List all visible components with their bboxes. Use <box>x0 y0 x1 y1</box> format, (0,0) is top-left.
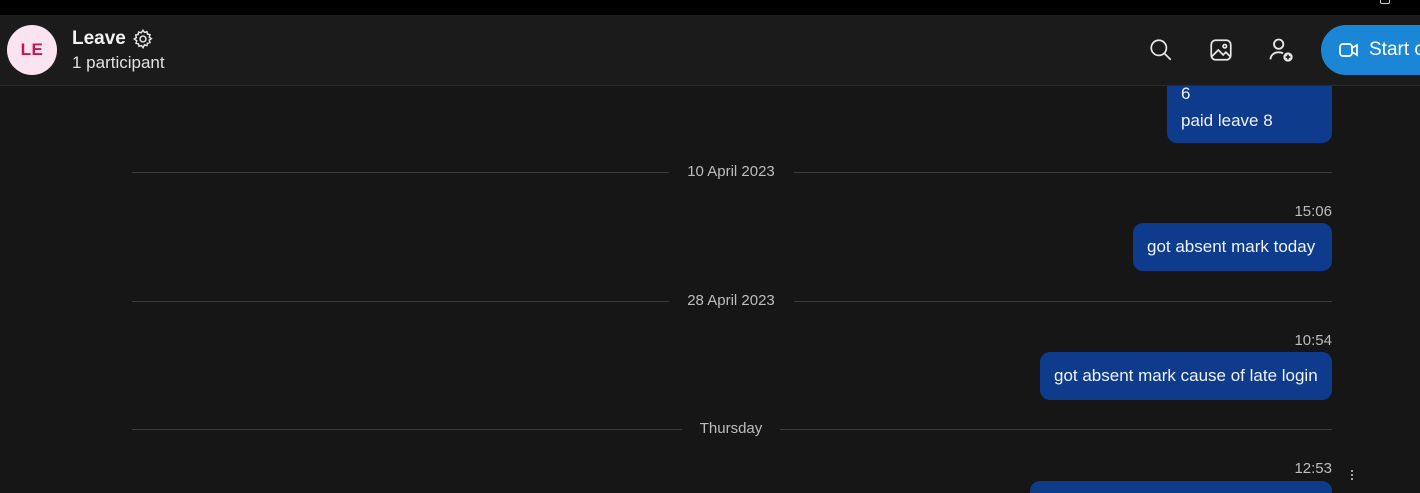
separator-line <box>794 172 1332 173</box>
message-timestamp: 12:53 <box>1294 460 1332 477</box>
separator-line <box>132 172 669 173</box>
window-top-bar <box>0 0 1420 15</box>
more-options-icon[interactable] <box>1347 467 1357 483</box>
separator-line <box>132 301 669 302</box>
message-bubble[interactable] <box>1030 481 1332 493</box>
message-timestamp: 10:54 <box>1294 332 1332 349</box>
image-icon[interactable] <box>1206 35 1236 65</box>
start-call-button[interactable]: Start c <box>1321 25 1420 75</box>
message-text-line: 6 <box>1181 86 1191 103</box>
title-row: Leave <box>72 28 154 50</box>
start-call-label: Start c <box>1369 39 1420 60</box>
message-list[interactable]: 6 paid leave 8 10 April 2023 15:06 got a… <box>0 86 1420 493</box>
chat-header: LE Leave 1 participant Start c <box>0 15 1420 86</box>
separator-line <box>780 429 1332 430</box>
separator-line <box>132 429 682 430</box>
window-control-icon[interactable] <box>1380 0 1390 4</box>
participant-count: 1 participant <box>72 53 165 72</box>
chat-title[interactable]: Leave <box>72 28 126 50</box>
avatar[interactable]: LE <box>7 25 57 75</box>
video-call-icon <box>1337 38 1361 62</box>
date-separator: 10 April 2023 <box>132 162 1332 182</box>
message-bubble[interactable]: 6 paid leave 8 <box>1167 86 1332 143</box>
message-text-line: paid leave 8 <box>1181 111 1273 130</box>
date-separator: 28 April 2023 <box>132 291 1332 311</box>
message-bubble[interactable]: got absent mark today <box>1133 223 1332 271</box>
search-icon[interactable] <box>1146 35 1176 65</box>
message-timestamp: 15:06 <box>1294 203 1332 220</box>
separator-line <box>794 301 1332 302</box>
add-person-icon[interactable] <box>1266 35 1296 65</box>
gear-icon[interactable] <box>132 28 154 50</box>
message-bubble[interactable]: got absent mark cause of late login <box>1040 352 1332 400</box>
date-separator: Thursday <box>132 419 1332 439</box>
